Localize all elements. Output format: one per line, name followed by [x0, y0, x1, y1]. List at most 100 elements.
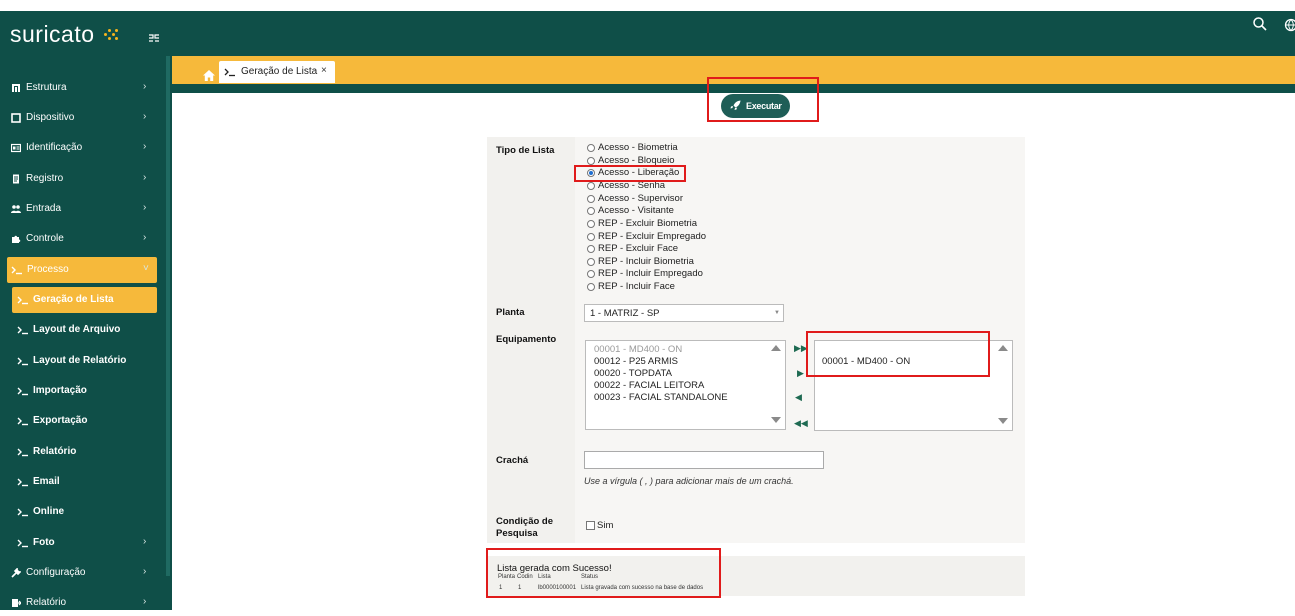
terminal-icon: [17, 507, 27, 517]
sidebar-item-foto[interactable]: Foto ›: [0, 530, 164, 556]
terminal-icon: [224, 67, 236, 77]
radio-label: REP - Incluir Empregado: [598, 268, 703, 280]
sidebar-item-identificacao[interactable]: Identificação ›: [0, 135, 164, 161]
chevron-right-icon: ›: [143, 232, 146, 243]
radio-circle[interactable]: [587, 233, 595, 241]
cracha-label: Crachá: [496, 455, 528, 466]
sidebar-item-label: Foto: [33, 537, 55, 548]
terminal-icon: [17, 416, 27, 426]
move-right-button[interactable]: ▶: [797, 369, 804, 379]
cracha-input[interactable]: [584, 451, 824, 469]
terminal-icon: [17, 386, 27, 396]
radio-circle[interactable]: [587, 157, 595, 165]
radio-label: REP - Incluir Biometria: [598, 256, 694, 268]
report-icon: [11, 598, 21, 608]
sidebar-item-label: Relatório: [26, 597, 66, 608]
tipo-lista-label: Tipo de Lista: [496, 145, 554, 156]
sidebar-item-email[interactable]: Email: [0, 469, 164, 495]
sidebar-item-relatorio-processo[interactable]: Relatório: [0, 439, 164, 465]
terminal-icon: [17, 538, 27, 548]
terminal-icon: [17, 295, 27, 305]
sidebar-item-online[interactable]: Online: [0, 499, 164, 525]
sidebar-item-label: Layout de Relatório: [33, 355, 126, 366]
id-card-icon: [11, 143, 21, 153]
radio-circle[interactable]: [587, 207, 595, 215]
scroll-up-icon[interactable]: [998, 345, 1008, 351]
radio-label: Acesso - Visitante: [598, 205, 674, 217]
list-item[interactable]: 00023 - FACIAL STANDALONE: [594, 392, 728, 403]
sidebar-item-label: Layout de Arquivo: [33, 324, 120, 335]
app-logo: suricato: [10, 21, 95, 48]
highlight-result: [486, 548, 721, 598]
sidebar-item-entrada[interactable]: Entrada ›: [0, 196, 164, 222]
sidebar-item-estrutura[interactable]: Estrutura ›: [0, 75, 164, 101]
highlight-execute: [707, 77, 819, 122]
sidebar-scrollbar[interactable]: [166, 56, 170, 576]
close-tab-icon[interactable]: ×: [321, 65, 327, 76]
move-left-button[interactable]: ◀: [795, 393, 802, 403]
globe-icon[interactable]: [1284, 17, 1295, 31]
people-icon: [11, 204, 21, 214]
top-bar: suricato: [0, 11, 1295, 56]
cracha-hint: Use a vírgula ( , ) para adicionar mais …: [584, 476, 794, 486]
radio-circle[interactable]: [587, 283, 595, 291]
list-item[interactable]: 00022 - FACIAL LEITORA: [594, 380, 704, 391]
condicao-label-line1: Condição de: [496, 516, 553, 527]
square-icon: [11, 113, 21, 123]
sidebar-item-label: Estrutura: [26, 82, 67, 93]
sidebar-item-controle[interactable]: Controle ›: [0, 226, 164, 252]
collapse-sidebar-icon[interactable]: [148, 32, 160, 44]
sidebar-item-label: Registro: [26, 173, 63, 184]
home-icon[interactable]: [203, 66, 215, 77]
sidebar-item-layout-de-relatorio[interactable]: Layout de Relatório: [0, 348, 164, 374]
sidebar-item-exportacao[interactable]: Exportação: [0, 408, 164, 434]
chevron-right-icon: ›: [143, 596, 146, 607]
sidebar-item-label: Importação: [33, 385, 87, 396]
terminal-icon: [17, 356, 27, 366]
checkbox-box[interactable]: [586, 521, 595, 530]
search-icon[interactable]: [1252, 16, 1268, 32]
radio-circle[interactable]: [587, 144, 595, 152]
equipamento-label: Equipamento: [496, 334, 556, 345]
radio-circle[interactable]: [587, 220, 595, 228]
sidebar-item-dispositivo[interactable]: Dispositivo ›: [0, 105, 164, 131]
radio-label: REP - Excluir Biometria: [598, 218, 697, 230]
wrench-icon: [11, 568, 21, 578]
sidebar-item-relatorio[interactable]: Relatório ›: [0, 590, 164, 616]
radio-circle[interactable]: [587, 195, 595, 203]
sidebar-item-processo[interactable]: Processo ˅: [7, 257, 157, 283]
planta-select[interactable]: 1 - MATRIZ - SP ▼: [584, 304, 784, 322]
sidebar-item-configuracao[interactable]: Configuração ›: [0, 560, 164, 586]
sidebar-item-label: Entrada: [26, 203, 61, 214]
tab-geracao-de-lista[interactable]: Geração de Lista ×: [219, 61, 335, 83]
move-all-left-button[interactable]: ◀◀: [794, 419, 808, 429]
planta-selected-value: 1 - MATRIZ - SP: [590, 308, 660, 319]
chevron-right-icon: ›: [143, 141, 146, 152]
scroll-up-icon[interactable]: [771, 345, 781, 351]
logo-dots-icon: [104, 28, 118, 42]
radio-circle[interactable]: [587, 258, 595, 266]
sidebar-item-importacao[interactable]: Importação: [0, 378, 164, 404]
radio-circle[interactable]: [587, 182, 595, 190]
list-item[interactable]: 00020 - TOPDATA: [594, 368, 672, 379]
radio-label: REP - Incluir Face: [598, 281, 675, 293]
sidebar-item-registro[interactable]: Registro ›: [0, 166, 164, 192]
chevron-down-icon: ▼: [774, 310, 780, 316]
list-item[interactable]: 00012 - P25 ARMIS: [594, 356, 678, 367]
radio-label: REP - Excluir Empregado: [598, 231, 706, 243]
list-item[interactable]: 00001 - MD400 - ON: [594, 344, 682, 355]
scroll-down-icon[interactable]: [771, 417, 781, 423]
terminal-icon: [17, 325, 27, 335]
chevron-right-icon: ›: [143, 566, 146, 577]
sidebar-item-geracao-de-lista[interactable]: Geração de Lista: [12, 287, 157, 313]
radio-circle[interactable]: [587, 270, 595, 278]
sidebar-item-label: Configuração: [26, 567, 85, 578]
equipamento-available-list[interactable]: 00001 - MD400 - ON 00012 - P25 ARMIS 000…: [585, 340, 786, 430]
radio-circle[interactable]: [587, 245, 595, 253]
scroll-down-icon[interactable]: [998, 418, 1008, 424]
chevron-down-icon: ˅: [143, 263, 149, 274]
sidebar-item-label: Geração de Lista: [33, 294, 114, 305]
tab-label: Geração de Lista: [241, 66, 317, 77]
sidebar-item-layout-de-arquivo[interactable]: Layout de Arquivo: [0, 317, 164, 343]
chevron-right-icon: ›: [143, 536, 146, 547]
